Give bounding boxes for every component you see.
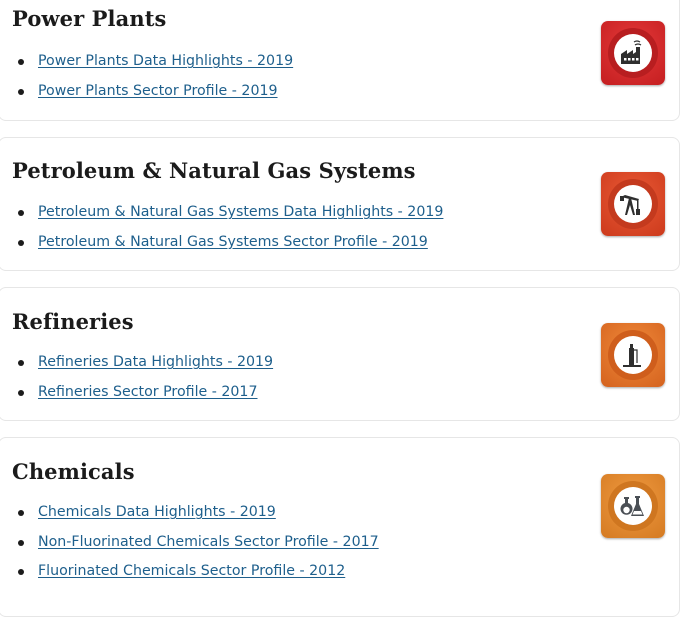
chemical-flasks-icon bbox=[601, 474, 665, 538]
power-plants-sector-profile-link[interactable]: Power Plants Sector Profile - 2019 bbox=[38, 83, 278, 99]
link-list: Chemicals Data Highlights - 2019 Non-Flu… bbox=[0, 501, 379, 590]
list-item: Non-Fluorinated Chemicals Sector Profile… bbox=[0, 531, 379, 561]
sector-card-refineries: Refineries Refineries Data Highlights - … bbox=[0, 287, 680, 421]
petroleum-data-highlights-link[interactable]: Petroleum & Natural Gas Systems Data Hig… bbox=[38, 204, 443, 220]
sector-card-power-plants: Power Plants Power Plants Data Highlight… bbox=[0, 0, 680, 121]
oil-pump-jack-icon bbox=[601, 172, 665, 236]
list-item: Petroleum & Natural Gas Systems Data Hig… bbox=[0, 201, 443, 231]
list-item: Petroleum & Natural Gas Systems Sector P… bbox=[0, 231, 443, 261]
refineries-data-highlights-link[interactable]: Refineries Data Highlights - 2019 bbox=[38, 354, 273, 370]
list-item: Power Plants Data Highlights - 2019 bbox=[0, 50, 293, 80]
petroleum-sector-profile-link[interactable]: Petroleum & Natural Gas Systems Sector P… bbox=[38, 234, 428, 250]
non-fluorinated-chemicals-sector-profile-link[interactable]: Non-Fluorinated Chemicals Sector Profile… bbox=[38, 534, 379, 550]
list-item: Fluorinated Chemicals Sector Profile - 2… bbox=[0, 560, 379, 590]
section-title: Petroleum & Natural Gas Systems bbox=[12, 158, 416, 183]
list-item: Chemicals Data Highlights - 2019 bbox=[0, 501, 379, 531]
list-item: Power Plants Sector Profile - 2019 bbox=[0, 80, 293, 110]
link-list: Power Plants Data Highlights - 2019 Powe… bbox=[0, 50, 293, 109]
list-item: Refineries Data Highlights - 2019 bbox=[0, 351, 273, 381]
section-title: Chemicals bbox=[12, 459, 135, 484]
list-item: Refineries Sector Profile - 2017 bbox=[0, 381, 273, 411]
chemicals-data-highlights-link[interactable]: Chemicals Data Highlights - 2019 bbox=[38, 504, 276, 520]
sector-card-petroleum-natural-gas: Petroleum & Natural Gas Systems Petroleu… bbox=[0, 137, 680, 271]
fluorinated-chemicals-sector-profile-link[interactable]: Fluorinated Chemicals Sector Profile - 2… bbox=[38, 563, 345, 579]
link-list: Refineries Data Highlights - 2019 Refine… bbox=[0, 351, 273, 410]
power-plants-data-highlights-link[interactable]: Power Plants Data Highlights - 2019 bbox=[38, 53, 293, 69]
section-title: Power Plants bbox=[12, 6, 167, 31]
link-list: Petroleum & Natural Gas Systems Data Hig… bbox=[0, 201, 443, 260]
section-title: Refineries bbox=[12, 309, 134, 334]
refineries-sector-profile-link[interactable]: Refineries Sector Profile - 2017 bbox=[38, 384, 258, 400]
sector-card-chemicals: Chemicals Chemicals Data Highlights - 20… bbox=[0, 437, 680, 617]
power-plant-factory-icon bbox=[601, 21, 665, 85]
refinery-tower-icon bbox=[601, 323, 665, 387]
